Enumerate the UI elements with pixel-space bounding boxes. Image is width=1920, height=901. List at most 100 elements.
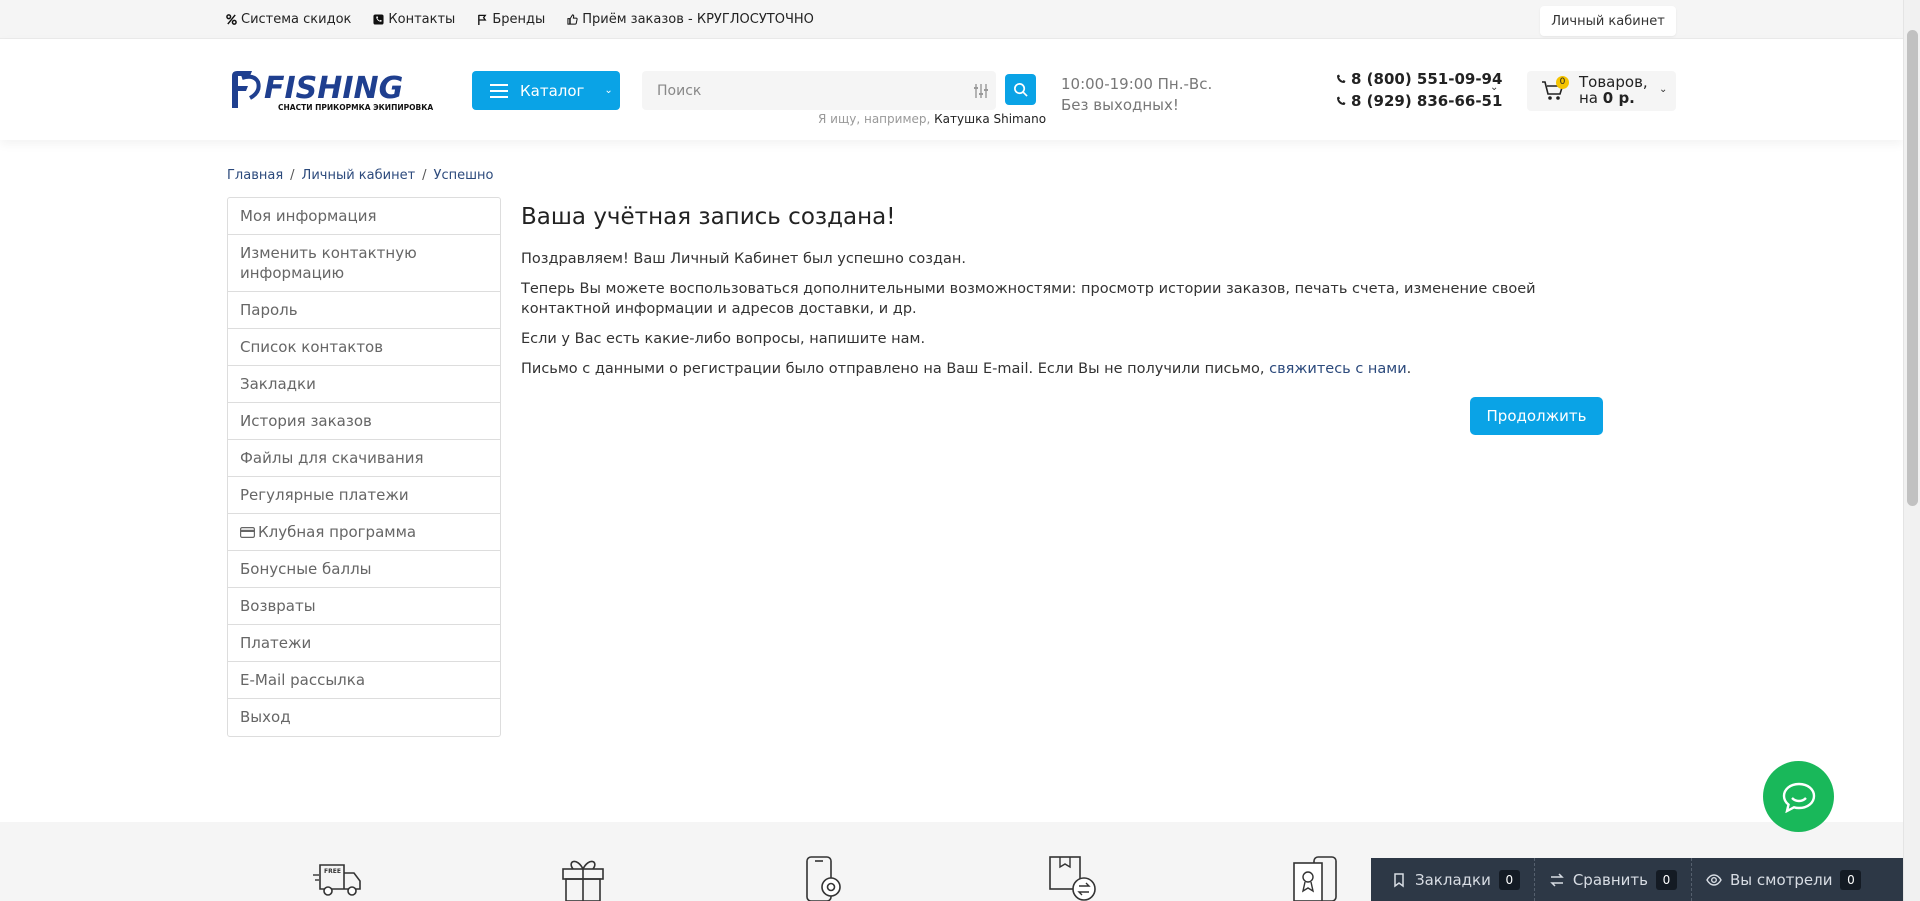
search-icon bbox=[1014, 83, 1028, 97]
phone-icon bbox=[1337, 74, 1346, 83]
cart-total: 0 р. bbox=[1602, 89, 1635, 107]
phone-1[interactable]: 8 (800) 551-09-94 bbox=[1336, 68, 1502, 90]
site-logo[interactable]: FISHING СНАСТИ ПРИКОРМКА ЭКИПИРОВКА bbox=[228, 68, 450, 114]
personal-cabinet-button[interactable]: Личный кабинет bbox=[1540, 6, 1676, 36]
bookmarks-panel-button[interactable]: Закладки 0 bbox=[1371, 858, 1535, 901]
sidebar-item-recurring-payments[interactable]: Регулярные платежи bbox=[228, 477, 500, 514]
search-hint-example[interactable]: Катушка Shimano bbox=[934, 112, 1046, 126]
filter-sliders-icon[interactable] bbox=[972, 82, 990, 100]
exchange-box-icon bbox=[1049, 856, 1096, 901]
hours-line-1: 10:00-19:00 Пн.-Вс. bbox=[1061, 75, 1213, 93]
page-scrollbar[interactable] bbox=[1903, 0, 1920, 901]
thumbs-up-icon bbox=[567, 14, 578, 25]
flag-icon bbox=[478, 14, 487, 25]
sidebar-item-newsletter[interactable]: E-Mail рассылка bbox=[228, 662, 500, 699]
chat-button[interactable] bbox=[1763, 761, 1834, 832]
brands-link[interactable]: Бренды bbox=[477, 12, 545, 27]
bookmarks-label: Закладки bbox=[1415, 870, 1491, 889]
breadcrumb-separator: / bbox=[422, 168, 427, 183]
sidebar-item-password[interactable]: Пароль bbox=[228, 292, 500, 329]
cart-total-prefix: на bbox=[1579, 89, 1598, 107]
contact-us-link[interactable]: свяжитесь с нами bbox=[1269, 361, 1407, 377]
discount-link-label: Система скидок bbox=[241, 12, 352, 27]
gift-box-icon bbox=[562, 860, 604, 901]
cart-count-badge: 0 bbox=[1556, 76, 1569, 89]
continue-button[interactable]: Продолжить bbox=[1470, 397, 1603, 435]
breadcrumb-separator: / bbox=[290, 168, 295, 183]
sidebar-item-club-program[interactable]: Клубная программа bbox=[228, 514, 500, 551]
sidebar-item-returns[interactable]: Возвраты bbox=[228, 588, 500, 625]
phone-list: 8 (800) 551-09-94 8 (929) 836-66-51 bbox=[1336, 68, 1502, 112]
email-sent-prefix: Письмо с данными о регистрации было отпр… bbox=[521, 361, 1265, 377]
cart-summary: Товаров, на 0 р. bbox=[1579, 74, 1648, 106]
orders-info: Приём заказов - КРУГЛОСУТОЧНО bbox=[567, 12, 814, 27]
congrats-text: Поздравляем! Ваш Личный Кабинет был успе… bbox=[521, 251, 966, 267]
catalog-button[interactable]: Каталог ⌄ bbox=[472, 71, 620, 110]
logo-subtext: СНАСТИ ПРИКОРМКА ЭКИПИРОВКА bbox=[278, 103, 433, 112]
chevron-down-icon: ⌄ bbox=[604, 85, 613, 96]
sidebar-item-bonus-points[interactable]: Бонусные баллы bbox=[228, 551, 500, 588]
free-delivery-truck-icon: FREE bbox=[313, 864, 361, 896]
scrollbar-thumb[interactable] bbox=[1907, 30, 1918, 506]
free-badge-text: FREE bbox=[324, 868, 341, 875]
sidebar-item-logout[interactable]: Выход bbox=[228, 699, 500, 736]
search-hint-prefix: Я ищу, например, bbox=[818, 112, 931, 126]
compare-panel-button[interactable]: Сравнить 0 bbox=[1535, 858, 1692, 901]
compare-count: 0 bbox=[1656, 869, 1677, 890]
questions-text: Если у Вас есть какие-либо вопросы, напи… bbox=[521, 331, 926, 347]
catalog-label: Каталог bbox=[520, 81, 585, 100]
search-input[interactable] bbox=[642, 71, 942, 110]
sidebar-item-contact-list[interactable]: Список контактов bbox=[228, 329, 500, 366]
phone-2[interactable]: 8 (929) 836-66-51 bbox=[1336, 90, 1502, 112]
sidebar-item-club-program-label: Клубная программа bbox=[258, 523, 417, 541]
account-sidebar: Моя информация Изменить контактную инфор… bbox=[227, 197, 501, 737]
bookmark-icon bbox=[1394, 872, 1404, 887]
compare-arrows-icon bbox=[1550, 872, 1564, 887]
page: Система скидок Контакты Бренды Приём зак… bbox=[0, 0, 1920, 901]
bookmarks-count: 0 bbox=[1498, 869, 1520, 890]
phone-2-number: 8 (929) 836-66-51 bbox=[1351, 92, 1503, 110]
bottom-panel: Закладки 0 Сравнить 0 Вы смотрели 0 bbox=[1371, 858, 1903, 901]
contacts-link[interactable]: Контакты bbox=[373, 12, 455, 27]
search-hint: Я ищу, например, Катушка Shimano bbox=[818, 112, 1046, 126]
main-content: Ваша учётная запись создана! Поздравляем… bbox=[521, 204, 1601, 389]
orders-info-label: Приём заказов - КРУГЛОСУТОЧНО bbox=[582, 12, 814, 27]
phone-icon bbox=[373, 14, 384, 25]
email-sent-suffix: . bbox=[1406, 361, 1412, 377]
phone-icon bbox=[1337, 96, 1346, 105]
menu-icon bbox=[490, 83, 508, 98]
percent-icon bbox=[226, 14, 237, 25]
contacts-link-label: Контакты bbox=[388, 12, 456, 27]
sidebar-item-order-history[interactable]: История заказов bbox=[228, 403, 500, 440]
breadcrumb: Главная / Личный кабинет / Успешно bbox=[227, 168, 493, 183]
certificate-phone-icon bbox=[1293, 856, 1337, 901]
compare-label: Сравнить bbox=[1572, 870, 1648, 889]
sidebar-item-downloads[interactable]: Файлы для скачивания bbox=[228, 440, 500, 477]
discount-link[interactable]: Система скидок bbox=[226, 12, 351, 27]
breadcrumb-home[interactable]: Главная bbox=[227, 168, 283, 183]
working-hours: 10:00-19:00 Пн.-Вс. Без выходных! bbox=[1061, 74, 1212, 116]
sidebar-item-edit-contact-info[interactable]: Изменить контактную информацию bbox=[228, 235, 500, 292]
email-sent-text: Письмо с данными о регистрации было отпр… bbox=[521, 359, 1601, 379]
sidebar-item-payments[interactable]: Платежи bbox=[228, 625, 500, 662]
features-text: Теперь Вы можете воспользоваться дополни… bbox=[521, 281, 1536, 317]
eye-icon bbox=[1706, 873, 1722, 886]
page-title: Ваша учётная запись создана! bbox=[521, 204, 896, 230]
phones-dropdown-chevron-icon[interactable]: ⌄ bbox=[1490, 82, 1498, 93]
top-bar: Система скидок Контакты Бренды Приём зак… bbox=[0, 0, 1903, 39]
mobile-settings-icon bbox=[806, 856, 841, 901]
breadcrumb-cabinet[interactable]: Личный кабинет bbox=[302, 168, 416, 183]
viewed-label: Вы смотрели bbox=[1730, 870, 1833, 889]
phone-1-number: 8 (800) 551-09-94 bbox=[1351, 70, 1503, 88]
sidebar-item-my-info[interactable]: Моя информация bbox=[228, 198, 500, 235]
viewed-panel-button[interactable]: Вы смотрели 0 bbox=[1692, 858, 1875, 901]
chevron-down-icon: ⌄ bbox=[1659, 84, 1668, 95]
chat-icon bbox=[1782, 782, 1815, 813]
credit-card-icon bbox=[240, 527, 255, 538]
logo-text: FISHING bbox=[264, 71, 403, 106]
cart-items-label: Товаров, bbox=[1579, 73, 1648, 91]
cart-button[interactable]: 0 Товаров, на 0 р. ⌄ bbox=[1527, 71, 1676, 111]
sidebar-item-bookmarks[interactable]: Закладки bbox=[228, 366, 500, 403]
search-button[interactable] bbox=[1005, 74, 1036, 105]
breadcrumb-current[interactable]: Успешно bbox=[434, 168, 494, 183]
